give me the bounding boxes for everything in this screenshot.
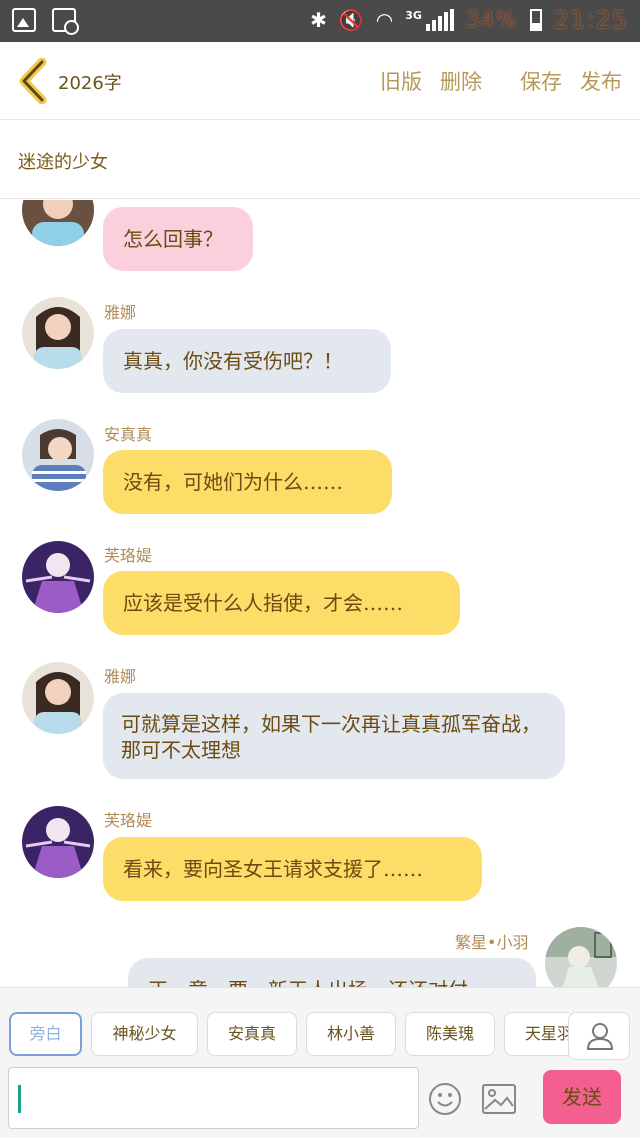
emoji-icon[interactable] — [428, 1082, 462, 1116]
avatar[interactable] — [22, 200, 94, 246]
bluetooth-icon: ✱ — [310, 8, 327, 32]
speaker-name: 雅娜 — [104, 303, 137, 322]
speaker-name: 安真真 — [104, 425, 153, 444]
delete-button[interactable]: 删除 — [440, 66, 482, 96]
signal-icon — [425, 9, 454, 31]
avatar[interactable] — [22, 297, 94, 369]
avatar[interactable] — [22, 419, 94, 491]
wifi-icon: ◠ — [375, 8, 394, 32]
mute-icon: 🔇 — [338, 8, 364, 32]
message-input[interactable] — [8, 1067, 419, 1129]
send-button[interactable]: 发送 — [543, 1070, 621, 1124]
message-bubble[interactable]: 没有，可她们为什么…… — [103, 450, 392, 514]
composer-panel: 旁白 神秘少女 安真真 林小善 陈美瑰 天星羽 发送 — [0, 987, 640, 1138]
role-chip[interactable]: 安真真 — [207, 1012, 297, 1056]
save-button[interactable]: 保存 — [520, 66, 562, 96]
speaker-name: 雅娜 — [104, 667, 137, 686]
clock-time: 21:25 — [553, 6, 628, 34]
image-icon[interactable] — [482, 1084, 516, 1114]
avatar[interactable] — [22, 806, 94, 878]
battery-percent: 34% — [465, 7, 518, 33]
screenshot-notification-icon — [52, 8, 79, 35]
text-cursor — [18, 1085, 21, 1113]
role-chip[interactable]: 神秘少女 — [91, 1012, 198, 1056]
publish-button[interactable]: 发布 — [580, 66, 622, 96]
old-version-button[interactable]: 旧版 — [380, 66, 422, 96]
battery-icon — [529, 9, 542, 31]
story-title-bar[interactable]: 迷途的少女 — [0, 121, 640, 199]
status-bar: ✱ 🔇 ◠ 3G 34% 21:25 — [0, 0, 640, 42]
chat-area[interactable]: 怎么回事？ 雅娜 真真，你没有受伤吧？！ 安真真 没有，可她们为什么…… 芙珞媞… — [0, 200, 640, 987]
message-bubble[interactable]: 应该是受什么人指使，才会…… — [103, 571, 460, 635]
message-bubble[interactable]: 真真，你没有受伤吧？！ — [103, 329, 391, 393]
speaker-name: 繁星•小羽 — [455, 933, 529, 952]
avatar[interactable] — [545, 927, 617, 987]
message-bubble[interactable]: 正…意…要…新天人出场…还还对付 — [128, 958, 536, 987]
story-title: 迷途的少女 — [18, 152, 108, 173]
message-bubble[interactable]: 看来，要向圣女王请求支援了…… — [103, 837, 482, 901]
role-chip[interactable]: 天星羽 — [504, 1012, 569, 1056]
role-manage-button[interactable] — [568, 1012, 630, 1060]
avatar[interactable] — [22, 662, 94, 734]
role-chip[interactable]: 陈美瑰 — [405, 1012, 495, 1056]
speaker-name: 芙珞媞 — [104, 811, 153, 830]
message-bubble[interactable]: 可就算是这样，如果下一次再让真真孤军奋战，那可不太理想 — [103, 693, 565, 779]
speaker-name: 芙珞媞 — [104, 546, 153, 565]
word-count: 2026字 — [58, 73, 122, 94]
network-type: 3G — [405, 8, 422, 22]
avatar[interactable] — [22, 541, 94, 613]
person-icon — [586, 1023, 614, 1050]
message-bubble[interactable]: 怎么回事？ — [103, 207, 253, 271]
gallery-notification-icon — [12, 8, 36, 32]
role-selector[interactable]: 旁白 神秘少女 安真真 林小善 陈美瑰 天星羽 — [9, 1012, 569, 1058]
back-chevron-icon[interactable] — [14, 58, 50, 104]
role-chip-narrator[interactable]: 旁白 — [9, 1012, 82, 1056]
role-chip[interactable]: 林小善 — [306, 1012, 396, 1056]
top-bar: 2026字 旧版 删除 保存 发布 — [0, 42, 640, 120]
